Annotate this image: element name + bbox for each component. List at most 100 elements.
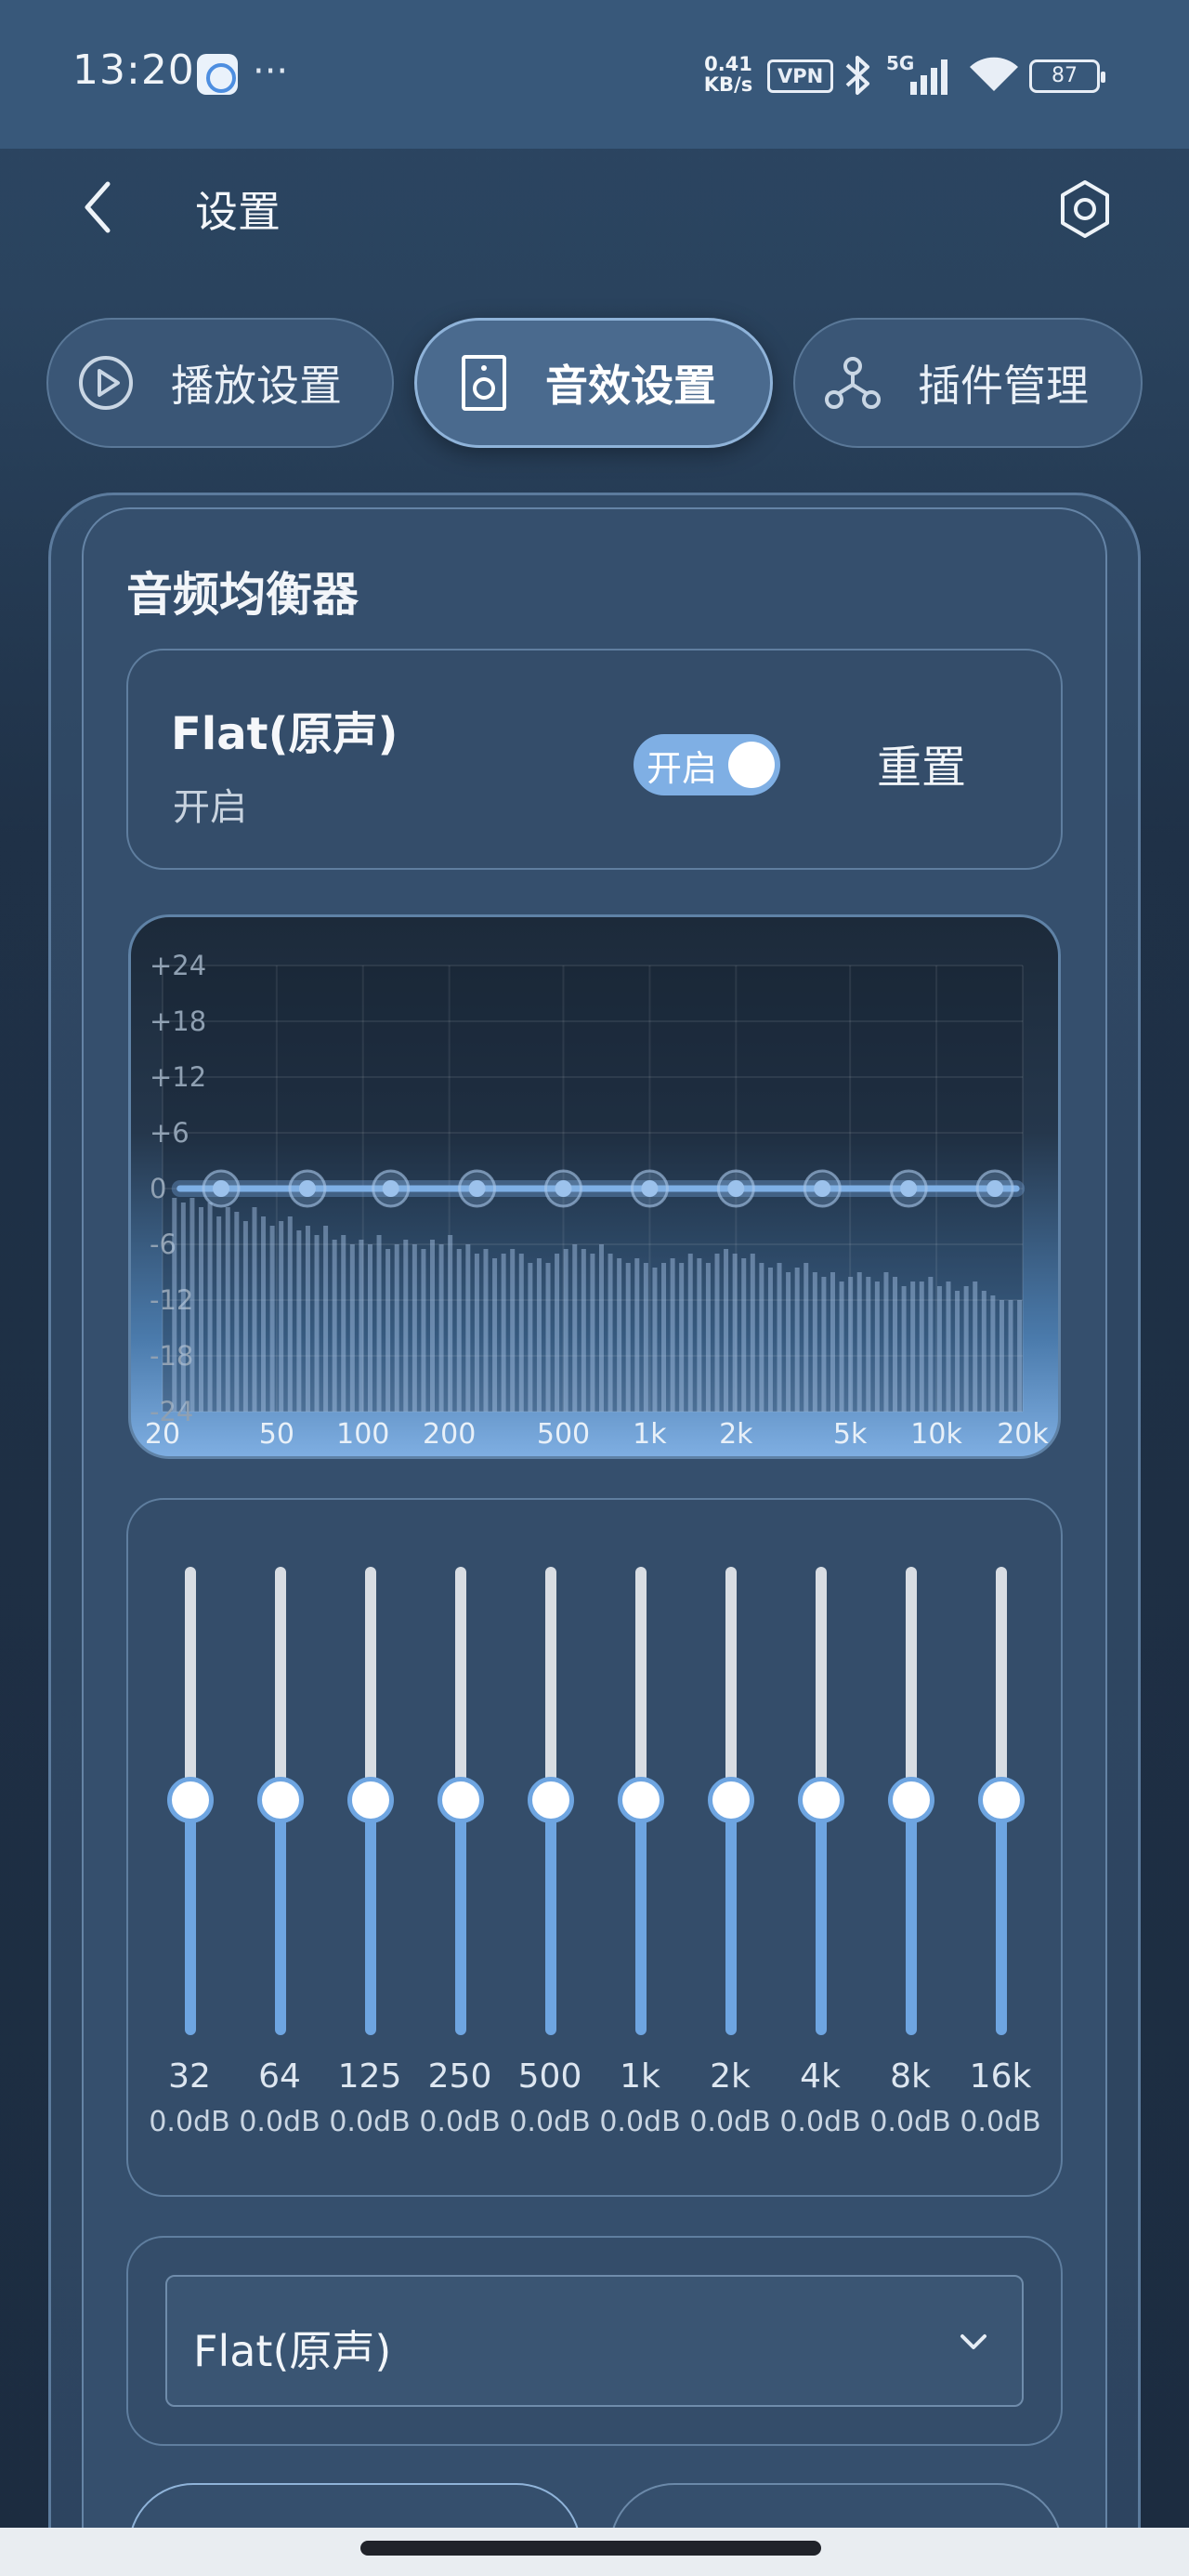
eq-band-125[interactable]: 125 0.0dB <box>325 1567 414 2162</box>
settings-hexagon-icon[interactable] <box>1055 177 1115 242</box>
band-control-point <box>298 1180 316 1197</box>
band-frequency-label: 4k <box>800 2057 841 2096</box>
frequency-response-chart[interactable]: +24 +18 +12 +6 0 -6 -12 -18 -24 20 50 100 200 500 1k 2k… <box>128 914 1061 1459</box>
spectrum-bar <box>990 1295 996 1412</box>
toggle-knob <box>728 742 775 788</box>
x-tick-label: 100 <box>336 1418 389 1451</box>
preset-dropdown[interactable]: Flat(原声) <box>165 2275 1024 2407</box>
band-gain-label: 0.0dB <box>779 2106 861 2138</box>
spectrum-bar <box>963 1286 969 1412</box>
spectrum-bar <box>928 1277 934 1412</box>
slider-knob[interactable] <box>888 1777 934 1823</box>
slider-track-lower <box>725 1801 737 2035</box>
band-gain-label: 0.0dB <box>329 2106 411 2138</box>
spectrum-bar <box>697 1258 702 1412</box>
slider-knob[interactable] <box>978 1777 1025 1823</box>
eq-band-1k[interactable]: 1k 0.0dB <box>595 1567 685 2162</box>
equalizer-toggle[interactable]: 开启 <box>634 734 780 795</box>
spectrum-bar <box>936 1286 942 1412</box>
slider-knob[interactable] <box>438 1777 484 1823</box>
speaker-icon <box>458 353 510 413</box>
spectrum-bar <box>252 1207 257 1412</box>
slider-track-upper <box>906 1567 917 1801</box>
x-tick-label: 10k <box>910 1418 962 1451</box>
eq-band-2k[interactable]: 2k 0.0dB <box>686 1567 775 2162</box>
toggle-label: 开启 <box>647 747 718 789</box>
spectrum-bar <box>314 1235 320 1412</box>
y-tick-label: 0 <box>150 1173 166 1204</box>
slider-knob[interactable] <box>257 1777 304 1823</box>
eq-band-250[interactable]: 250 0.0dB <box>415 1567 504 2162</box>
spectrum-bar <box>973 1281 978 1412</box>
spectrum-bar <box>705 1263 711 1412</box>
band-frequency-label: 500 <box>517 2057 582 2096</box>
band-gain-label: 0.0dB <box>869 2106 951 2138</box>
spectrum-bar <box>536 1258 542 1412</box>
band-control-point <box>814 1180 831 1197</box>
tab-playback-settings[interactable]: 播放设置 <box>46 318 394 448</box>
spectrum-bar <box>848 1277 854 1412</box>
play-circle-icon <box>76 353 136 413</box>
eq-band-500[interactable]: 500 0.0dB <box>505 1567 594 2162</box>
band-frequency-label: 32 <box>168 2057 211 2096</box>
band-frequency-label: 250 <box>427 2057 492 2096</box>
x-tick-label: 2k <box>719 1418 753 1451</box>
app-notification-icon <box>197 54 238 95</box>
slider-knob[interactable] <box>708 1777 754 1823</box>
tab-label: 播放设置 <box>171 361 342 411</box>
spectrum-bar <box>661 1263 667 1412</box>
more-notifications-indicator: ··· <box>253 50 289 93</box>
slider-track-lower <box>185 1801 196 2035</box>
preset-dropdown-value: Flat(原声) <box>193 2326 392 2376</box>
slider-track-lower <box>455 1801 466 2035</box>
band-control-point <box>986 1180 1004 1197</box>
slider-knob[interactable] <box>167 1777 214 1823</box>
network-speed-value: 0.41 <box>704 53 752 75</box>
spectrum-bar <box>261 1216 267 1412</box>
slider-track-upper <box>455 1567 466 1801</box>
spectrum-bar <box>687 1254 693 1412</box>
spectrum-bar <box>679 1263 685 1412</box>
tab-plugin-management[interactable]: 插件管理 <box>793 318 1143 448</box>
spectrum-bar <box>767 1268 773 1412</box>
eq-band-8k[interactable]: 8k 0.0dB <box>866 1567 955 2162</box>
spectrum-bar <box>430 1240 436 1412</box>
eq-band-16k[interactable]: 16k 0.0dB <box>956 1567 1045 2162</box>
slider-track-lower <box>545 1801 556 2035</box>
slider-knob[interactable] <box>618 1777 664 1823</box>
network-speed-unit: KB/s <box>703 73 753 96</box>
slider-track-upper <box>816 1567 827 1801</box>
tab-sound-effect-settings[interactable]: 音效设置 <box>414 318 773 448</box>
spectrum-bar <box>207 1203 213 1412</box>
battery-indicator: 87 <box>1029 59 1105 93</box>
spectrum-bar <box>830 1272 835 1412</box>
x-tick-label: 1k <box>633 1418 667 1451</box>
slider-track-upper <box>365 1567 376 1801</box>
network-speed: 0.41 KB/s <box>699 54 758 95</box>
spectrum-bar <box>590 1254 595 1412</box>
eq-band-32[interactable]: 32 0.0dB <box>145 1567 234 2162</box>
slider-knob[interactable] <box>528 1777 574 1823</box>
slider-track-upper <box>725 1567 737 1801</box>
slider-knob[interactable] <box>798 1777 844 1823</box>
spectrum-bar <box>786 1272 791 1412</box>
eq-band-64[interactable]: 64 0.0dB <box>235 1567 324 2162</box>
slider-knob[interactable] <box>347 1777 394 1823</box>
tab-label: 插件管理 <box>918 361 1089 411</box>
y-tick-label: +6 <box>150 1117 189 1149</box>
spectrum-bar <box>955 1291 960 1412</box>
spectrum-bar <box>172 1198 177 1412</box>
spectrum-bar <box>385 1249 391 1412</box>
spectrum-bar <box>349 1244 355 1412</box>
eq-band-4k[interactable]: 4k 0.0dB <box>776 1567 865 2162</box>
spectrum-bar <box>893 1277 898 1412</box>
reset-button[interactable]: 重置 <box>877 730 966 795</box>
slider-track-lower <box>635 1801 647 2035</box>
spectrum-bar <box>269 1226 275 1412</box>
spectrum-bar <box>483 1249 489 1412</box>
x-tick-label: 20 <box>145 1418 180 1451</box>
back-arrow-icon[interactable] <box>78 175 115 240</box>
spectrum-bar <box>474 1254 479 1412</box>
y-tick-label: +18 <box>150 1005 206 1037</box>
home-indicator[interactable] <box>360 2541 821 2556</box>
